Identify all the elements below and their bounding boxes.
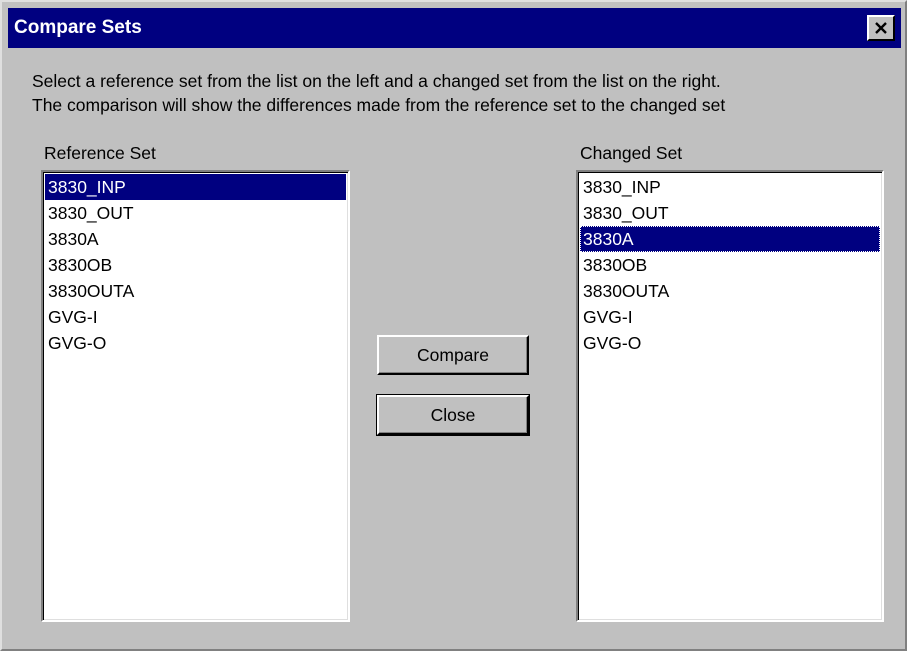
reference-set-item[interactable]: 3830OUTA (45, 278, 346, 304)
changed-set-listbox[interactable]: 3830_INP 3830_OUT 3830A 3830OB 3830OUTA GVG-I… (576, 170, 884, 622)
changed-set-item[interactable]: 3830A (580, 226, 880, 252)
close-button[interactable]: Close (376, 394, 530, 436)
reference-set-item[interactable]: 3830_OUT (45, 200, 346, 226)
changed-set-item[interactable]: GVG-O (580, 330, 880, 356)
reference-set-items: 3830_INP 3830_OUT 3830A 3830OB 3830OUTA GVG-I… (43, 172, 348, 356)
compare-button[interactable]: Compare (377, 335, 529, 375)
instructions-line-2: The comparison will show the differences… (32, 95, 726, 115)
instructions-text: Select a reference set from the list on … (32, 69, 725, 117)
window-title: Compare Sets (14, 17, 142, 38)
reference-set-item[interactable]: 3830OB (45, 252, 346, 278)
changed-set-item[interactable]: 3830_INP (580, 174, 880, 200)
changed-set-items: 3830_INP 3830_OUT 3830A 3830OB 3830OUTA GVG-I… (578, 172, 882, 356)
changed-set-item[interactable]: 3830_OUT (580, 200, 880, 226)
instructions-line-1: Select a reference set from the list on … (32, 71, 721, 91)
reference-set-label: Reference Set (44, 143, 156, 163)
changed-set-item[interactable]: 3830OB (580, 252, 880, 278)
reference-set-item[interactable]: 3830_INP (45, 174, 346, 200)
reference-set-listbox[interactable]: 3830_INP 3830_OUT 3830A 3830OB 3830OUTA GVG-I… (41, 170, 350, 622)
changed-set-label: Changed Set (580, 143, 683, 163)
changed-set-item[interactable]: 3830OUTA (580, 278, 880, 304)
reference-set-item[interactable]: GVG-I (45, 304, 346, 330)
close-window-button[interactable] (867, 15, 895, 41)
reference-set-item[interactable]: GVG-O (45, 330, 346, 356)
title-bar[interactable]: Compare Sets (8, 8, 901, 48)
close-icon (874, 21, 888, 35)
reference-set-item[interactable]: 3830A (45, 226, 346, 252)
changed-set-item[interactable]: GVG-I (580, 304, 880, 330)
compare-sets-dialog: Compare Sets Select a reference set from… (0, 0, 907, 651)
